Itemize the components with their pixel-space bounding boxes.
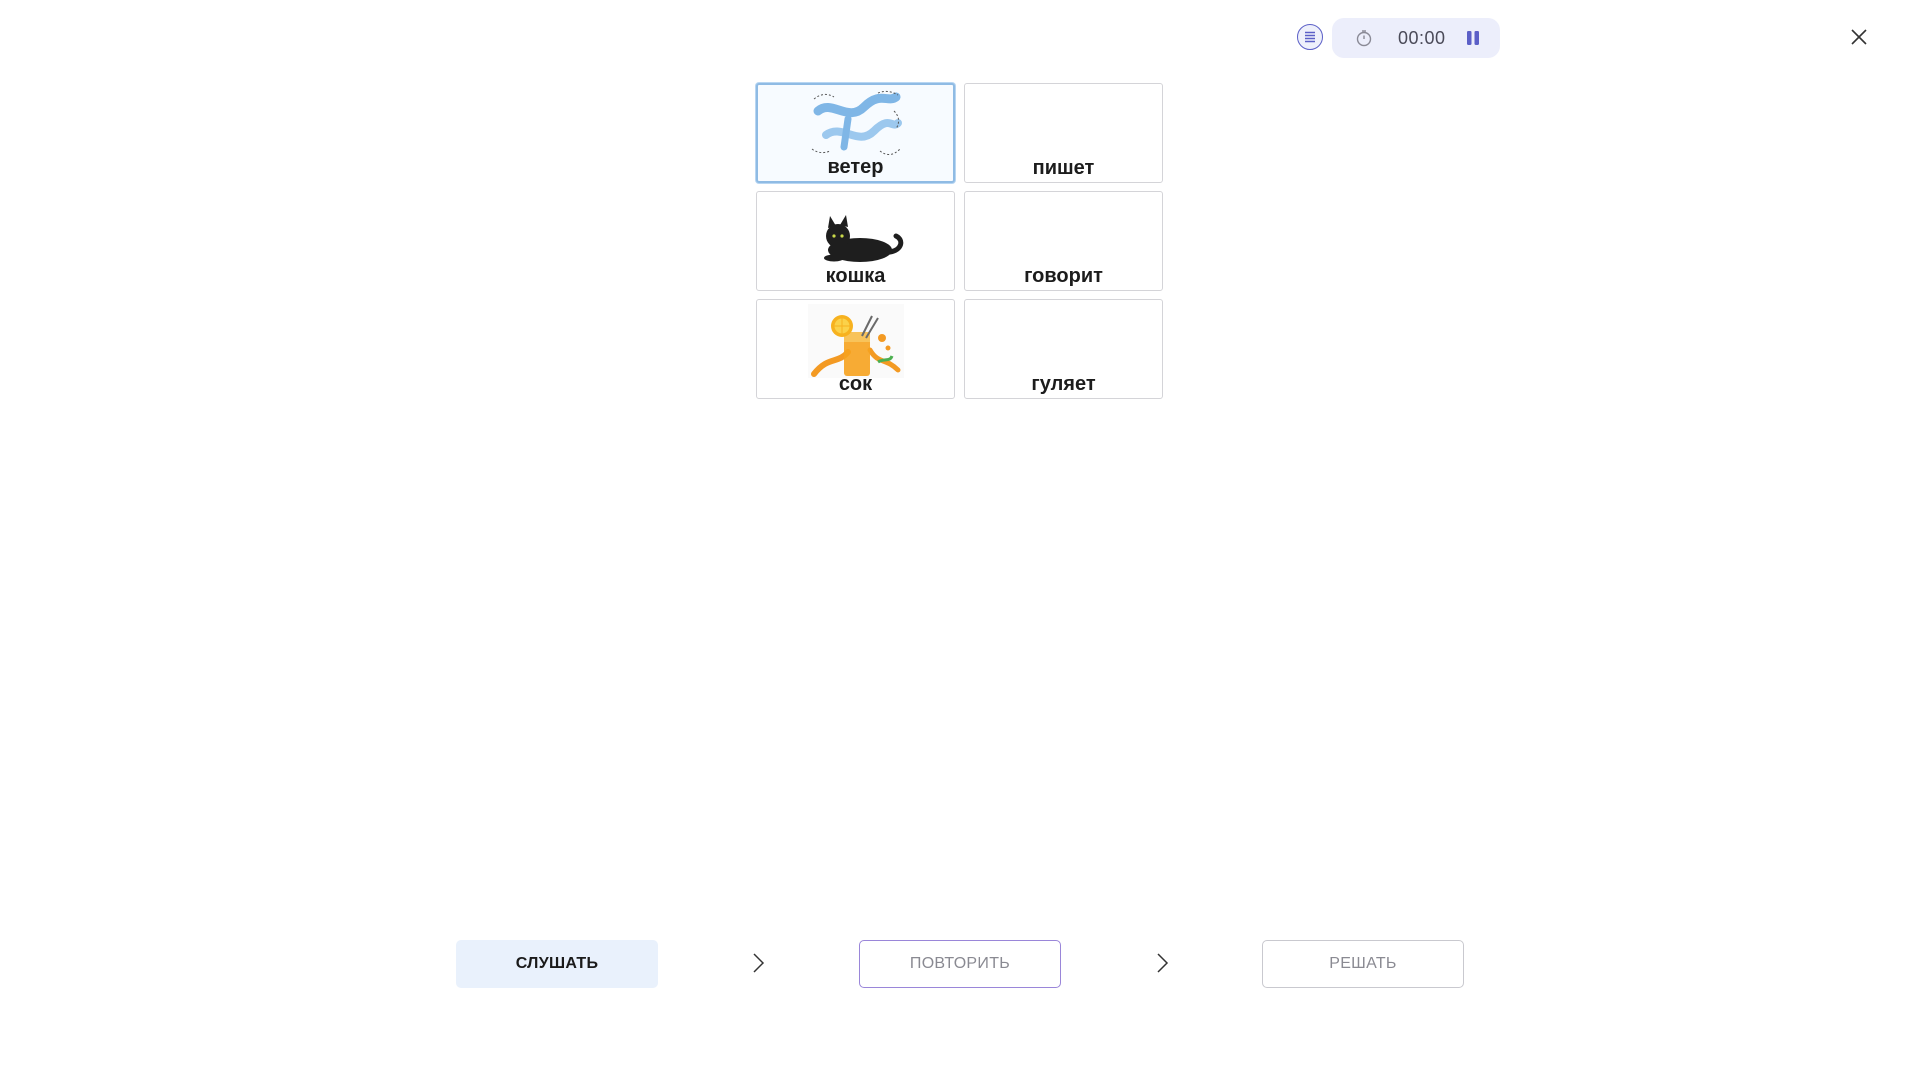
solve-button[interactable]: РЕШАТЬ bbox=[1262, 940, 1464, 988]
chevron-right-icon bbox=[749, 950, 767, 976]
juice-picture bbox=[806, 304, 906, 378]
word-card-veter[interactable]: ветер bbox=[756, 83, 955, 183]
word-card-gulyaet[interactable]: гуляет bbox=[964, 299, 1163, 399]
card-word: пишет bbox=[1032, 157, 1095, 179]
card-word: кошка bbox=[825, 265, 886, 287]
card-word: ветер bbox=[827, 156, 884, 178]
close-icon[interactable] bbox=[1846, 24, 1872, 50]
timer-value: 00:00 bbox=[1398, 27, 1446, 48]
wind-picture bbox=[806, 89, 906, 163]
word-card-grid: ветер пишет кошка говорит сок гуляет bbox=[756, 83, 1164, 399]
exercise-page: 00:00 ветер пишет кошка говорит сок гуля… bbox=[0, 0, 1920, 1080]
repeat-button[interactable]: ПОВТОРИТЬ bbox=[859, 940, 1061, 988]
card-word: гуляет bbox=[1031, 373, 1096, 395]
timer-panel: 00:00 bbox=[1332, 18, 1500, 58]
word-card-sok[interactable]: сок bbox=[756, 299, 955, 399]
pause-icon[interactable] bbox=[1462, 27, 1484, 49]
chevron-right-icon bbox=[1153, 950, 1171, 976]
cat-picture bbox=[806, 196, 906, 270]
list-icon[interactable] bbox=[1297, 24, 1323, 50]
word-card-koshka[interactable]: кошка bbox=[756, 191, 955, 291]
list-icon-glyph bbox=[1305, 31, 1315, 43]
word-card-pishet[interactable]: пишет bbox=[964, 83, 1163, 183]
word-card-govorit[interactable]: говорит bbox=[964, 191, 1163, 291]
stopwatch-icon bbox=[1354, 28, 1374, 48]
card-word: говорит bbox=[1024, 265, 1103, 287]
card-word: сок bbox=[838, 373, 873, 395]
listen-button[interactable]: СЛУШАТЬ bbox=[456, 940, 658, 988]
